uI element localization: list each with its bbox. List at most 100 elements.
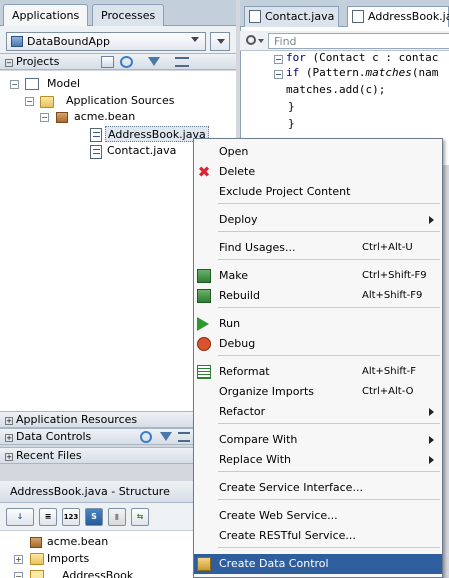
search-icon[interactable] <box>246 35 256 45</box>
application-selector[interactable]: DataBoundApp <box>6 32 206 51</box>
menu-item-shortcut: Ctrl+Shift-F9 <box>362 270 427 281</box>
menu-item-shortcut: Alt+Shift-F9 <box>362 290 423 301</box>
expand-icon[interactable]: + <box>5 434 13 442</box>
menu-item-label: Organize Imports <box>219 385 315 398</box>
chevron-down-icon <box>191 37 199 42</box>
submenu-arrow-icon <box>429 456 434 464</box>
java-file-icon <box>90 128 102 142</box>
find-input[interactable]: Find <box>268 33 449 49</box>
menu-item-make[interactable]: Make Ctrl+Shift-F9 <box>194 266 442 286</box>
menu-item-deploy[interactable]: Deploy <box>194 210 442 230</box>
menu-item-label: Create Web Service... <box>219 509 338 522</box>
folder-icon <box>30 553 44 565</box>
accordion-recent-files-label: Recent Files <box>16 449 82 462</box>
menu-separator <box>218 231 440 232</box>
submenu-arrow-icon <box>429 216 434 224</box>
editor-tab-strip: Contact.java AddressBook.jav <box>240 0 449 27</box>
layout-options-icon[interactable] <box>175 57 189 67</box>
expand-icon[interactable]: + <box>5 417 13 425</box>
menu-separator <box>218 499 440 500</box>
chevron-down-icon <box>217 39 225 44</box>
structure-node-class[interactable]: AddressBook <box>62 568 133 578</box>
expand-model-icon[interactable]: − <box>10 80 19 89</box>
menu-item-refactor[interactable]: Refactor <box>194 402 442 422</box>
lock-icon[interactable]: ▮ <box>108 508 126 526</box>
menu-item-label: Refactor <box>219 405 266 418</box>
static-filter-icon[interactable]: S <box>85 508 103 526</box>
menu-item-delete[interactable]: ✖ Delete <box>194 162 442 182</box>
menu-item-create-data-control[interactable]: Create Data Control <box>194 554 442 574</box>
menu-item-replace-with[interactable]: Replace With <box>194 450 442 470</box>
menu-item-shortcut: Ctrl+Alt-U <box>362 242 413 253</box>
menu-item-create-restful-service[interactable]: Create RESTful Service... <box>194 526 442 546</box>
expand-icon[interactable]: + <box>5 453 13 461</box>
menu-item-organize-imports[interactable]: Organize Imports Ctrl+Alt-O <box>194 382 442 402</box>
make-icon <box>197 269 211 283</box>
menu-item-create-service-interface[interactable]: Create Service Interface... <box>194 478 442 498</box>
menu-item-find-usages[interactable]: Find Usages... Ctrl+Alt-U <box>194 238 442 258</box>
accordion-app-resources-label: Application Resources <box>16 413 138 426</box>
project-icon[interactable] <box>101 56 114 68</box>
chevron-down-icon[interactable] <box>258 39 264 43</box>
tab-applications[interactable]: Applications <box>3 4 89 27</box>
fold-icon[interactable]: − <box>274 55 283 64</box>
menu-item-label: Reformat <box>219 365 270 378</box>
menu-item-rebuild[interactable]: Rebuild Alt+Shift-F9 <box>194 286 442 306</box>
menu-separator <box>218 547 440 548</box>
application-menu-button[interactable] <box>210 32 230 51</box>
refresh-icon[interactable] <box>120 56 133 68</box>
package-icon <box>56 112 68 123</box>
expand-package-icon[interactable]: − <box>40 113 49 122</box>
menu-item-label: Make <box>219 269 248 282</box>
numbered-view-icon[interactable]: 123 <box>62 508 80 526</box>
menu-separator <box>218 423 440 424</box>
expand-imports-icon[interactable]: + <box>14 555 23 564</box>
tree-node-package[interactable]: acme.bean <box>74 109 135 125</box>
tree-node-model[interactable]: Model <box>47 76 80 92</box>
tree-node-contact[interactable]: Contact.java <box>107 143 176 159</box>
menu-item-compare-with[interactable]: Compare With <box>194 430 442 450</box>
refresh-icon[interactable] <box>140 431 152 443</box>
menu-item-label: Create RESTful Service... <box>219 529 356 542</box>
menu-item-label: Replace With <box>219 453 291 466</box>
menu-item-create-web-service[interactable]: Create Web Service... <box>194 506 442 526</box>
menu-item-shortcut: Ctrl+Alt-O <box>362 386 414 397</box>
expand-app-sources-icon[interactable]: − <box>25 97 34 106</box>
menu-item-run[interactable]: Run <box>194 314 442 334</box>
menu-item-label: Create Service Interface... <box>219 481 363 494</box>
structure-node-package[interactable]: acme.bean <box>47 534 108 550</box>
menu-item-debug[interactable]: Debug <box>194 334 442 354</box>
projects-header[interactable]: − Projects <box>0 53 236 70</box>
project-icon <box>25 78 39 90</box>
view-icon[interactable]: ≡ <box>39 508 57 526</box>
collapse-icon[interactable]: − <box>5 59 13 67</box>
layout-options-icon[interactable] <box>178 432 190 442</box>
fold-icon[interactable]: − <box>274 70 283 79</box>
run-icon <box>197 317 209 331</box>
editor-tab-contact-label: Contact.java <box>265 10 335 23</box>
expand-class-icon[interactable]: − <box>14 572 23 578</box>
menu-separator <box>218 355 440 356</box>
code-keyword: if <box>286 66 300 79</box>
application-name: DataBoundApp <box>27 35 110 48</box>
submenu-arrow-icon <box>429 408 434 416</box>
editor-tab-contact[interactable]: Contact.java <box>244 6 340 27</box>
editor-tab-addressbook[interactable]: AddressBook.jav <box>347 6 449 27</box>
projects-header-label: Projects <box>16 55 60 68</box>
tab-processes[interactable]: Processes <box>92 4 165 26</box>
java-file-icon <box>249 10 261 23</box>
filter-icon[interactable] <box>160 432 172 441</box>
java-file-icon <box>352 10 364 23</box>
package-icon <box>30 537 42 548</box>
sort-icon[interactable]: ↓ <box>6 508 34 526</box>
structure-node-imports[interactable]: Imports <box>47 551 89 567</box>
menu-item-label: Debug <box>219 337 256 350</box>
menu-item-reformat[interactable]: Reformat Alt+Shift-F <box>194 362 442 382</box>
menu-item-exclude[interactable]: Exclude Project Content <box>194 182 442 202</box>
filter-icon[interactable] <box>148 57 160 66</box>
code-line: (Contact c : contac <box>305 51 439 64</box>
menu-item-open[interactable]: Open <box>194 142 442 162</box>
menu-separator <box>218 471 440 472</box>
sync-icon[interactable]: ⇆ <box>131 508 149 526</box>
tree-node-app-sources[interactable]: Application Sources <box>66 93 174 109</box>
